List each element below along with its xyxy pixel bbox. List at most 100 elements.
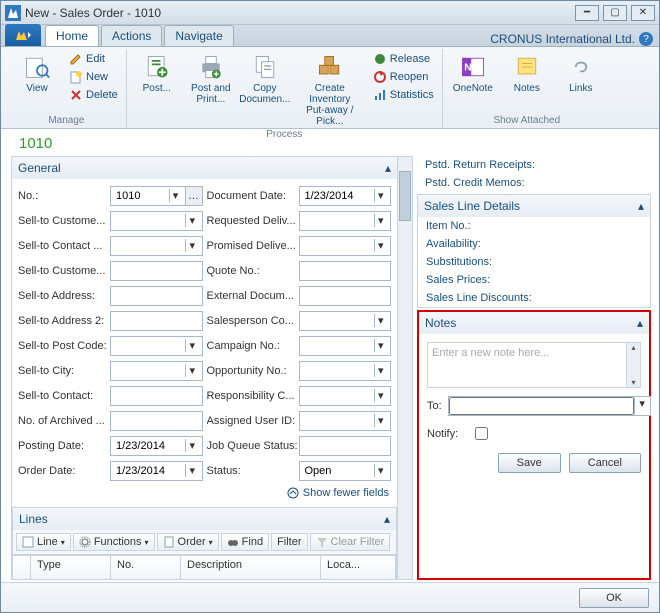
dropdown-icon[interactable]: ▾ [185,464,198,477]
links-button[interactable]: Links [557,51,605,96]
field-input[interactable]: ▾ [110,236,203,256]
lookup-button[interactable]: … [185,186,203,206]
save-button[interactable]: Save [498,453,561,473]
minimize-button[interactable]: ━ [575,5,599,21]
substitutions[interactable]: Substitutions: [418,253,650,271]
field-input[interactable]: ▾ [299,361,392,381]
sales-prices[interactable]: Sales Prices: [418,271,650,289]
column-description[interactable]: Description [181,556,321,579]
vertical-scrollbar[interactable] [397,157,412,579]
field-input[interactable]: ▾ [110,336,203,356]
dropdown-icon[interactable]: ▾ [185,364,198,377]
lines-line-button[interactable]: Line▾ [16,533,71,551]
field-input[interactable] [110,411,203,431]
note-notify-checkbox[interactable] [475,427,488,440]
field-input[interactable] [299,436,392,456]
field-label: Campaign No.: [207,340,299,352]
show-fewer-fields-link[interactable]: Show fewer fields [12,483,397,503]
lines-filter-button[interactable]: Filter [271,533,307,551]
dropdown-icon[interactable]: ▾ [374,389,387,402]
field-input[interactable]: ▾ [110,211,203,231]
dropdown-icon[interactable]: ▾ [374,464,387,477]
general-panel-header[interactable]: General▴ [12,157,397,179]
dropdown-icon[interactable]: ▾ [374,314,387,327]
posted-credit-memos[interactable]: Pstd. Credit Memos: [417,174,651,192]
field-input[interactable]: ▾ [110,436,203,456]
close-button[interactable]: ✕ [631,5,655,21]
tab-actions[interactable]: Actions [101,25,162,46]
sales-line-details-panel: Sales Line Details▴ Item No.: Availabili… [417,194,651,308]
dropdown-icon[interactable]: ▾ [185,239,198,252]
copy-document-button[interactable]: Copy Documen... [241,51,289,107]
tab-navigate[interactable]: Navigate [164,25,233,46]
post-button[interactable]: Post... [133,51,181,96]
field-input[interactable] [110,386,203,406]
field-input[interactable] [110,286,203,306]
dropdown-icon[interactable]: ▾ [169,189,182,202]
dropdown-icon[interactable]: ▾ [185,339,198,352]
note-to-input[interactable]: ▾ [448,396,651,416]
field-input[interactable]: ▾ [299,386,392,406]
field-input[interactable]: ▾ [299,186,392,206]
app-menu-button[interactable] [5,24,41,46]
maximize-button[interactable]: ▢ [603,5,627,21]
field-input[interactable]: ▾ [110,186,186,206]
field-input[interactable]: ▾ [110,461,203,481]
field-input[interactable]: ▾ [299,411,392,431]
dropdown-icon[interactable]: ▾ [374,364,387,377]
tab-home[interactable]: Home [45,25,99,46]
ok-button[interactable]: OK [579,588,649,608]
post-print-button[interactable]: Post and Print... [187,51,235,107]
general-panel: General▴ No.:▾…Sell-to Custome...▾Sell-t… [12,157,397,503]
dropdown-icon[interactable]: ▾ [374,189,387,202]
lines-functions-button[interactable]: Functions▾ [73,533,155,551]
availability[interactable]: Availability: [418,235,650,253]
field-input[interactable] [299,261,392,281]
column-no[interactable]: No. [111,556,181,579]
column-location[interactable]: Loca... [321,556,396,579]
sales-line-details-header[interactable]: Sales Line Details▴ [418,195,650,217]
release-button[interactable]: Release [371,51,436,67]
create-inventory-button[interactable]: Create Inventory Put-away / Pick... [295,51,365,129]
dropdown-icon[interactable]: ▾ [374,414,387,427]
field-input[interactable]: ▾ [299,211,392,231]
form-row: Sell-to City:▾ [18,360,203,381]
lines-order-button[interactable]: Order▾ [157,533,219,551]
notes-button[interactable]: Notes [503,51,551,96]
svg-text:N: N [464,62,472,74]
reopen-button[interactable]: Reopen [371,69,436,85]
lines-find-button[interactable]: Find [221,533,269,551]
note-scrollbar[interactable]: ▴▾ [626,343,640,387]
onenote-button[interactable]: NOneNote [449,51,497,96]
note-text-input[interactable]: Enter a new note here... ▴▾ [427,342,641,388]
view-button[interactable]: View [13,51,61,96]
help-icon[interactable]: ? [639,32,653,46]
notes-panel-header[interactable]: Notes▴ [419,312,649,334]
item-no[interactable]: Item No.: [418,217,650,235]
sales-line-discounts[interactable]: Sales Line Discounts: [418,289,650,307]
new-button[interactable]: New [67,69,120,85]
edit-button[interactable]: Edit [67,51,120,67]
field-input[interactable]: ▾ [299,336,392,356]
field-input[interactable] [110,261,203,281]
field-input[interactable] [299,286,392,306]
column-type[interactable]: Type [31,556,111,579]
posted-return-receipts[interactable]: Pstd. Return Receipts: [417,156,651,174]
lines-clear-filter-button[interactable]: Clear Filter [310,533,391,551]
dropdown-icon[interactable]: ▾ [185,439,198,452]
statistics-button[interactable]: Statistics [371,87,436,103]
field-input[interactable]: ▾ [299,236,392,256]
form-row: Sell-to Contact ...▾ [18,235,203,256]
field-input[interactable] [110,311,203,331]
lines-panel-header[interactable]: Lines▴ [13,508,396,530]
dropdown-icon[interactable]: ▾ [374,339,387,352]
lines-grid[interactable]: Type No. Description Loca... [13,555,396,579]
dropdown-icon[interactable]: ▾ [374,239,387,252]
dropdown-icon[interactable]: ▾ [374,214,387,227]
cancel-button[interactable]: Cancel [569,453,641,473]
dropdown-icon[interactable]: ▾ [185,214,198,227]
field-input[interactable]: ▾ [110,361,203,381]
field-input[interactable]: ▾ [299,461,392,481]
delete-button[interactable]: Delete [67,87,120,103]
field-input[interactable]: ▾ [299,311,392,331]
